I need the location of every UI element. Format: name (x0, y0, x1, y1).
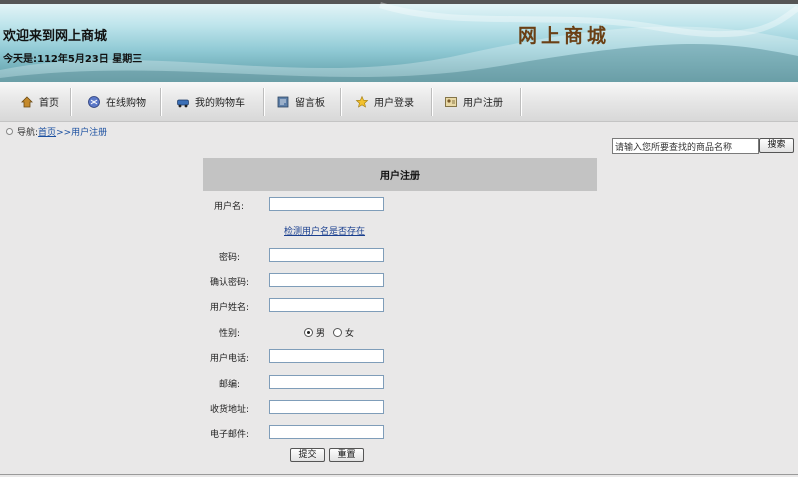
page-bottom-border (0, 474, 798, 475)
nav-item-home-label: 首页 (39, 98, 59, 109)
nav-item-login[interactable]: 用户登录 (355, 82, 414, 121)
email-label: 电子邮件: (210, 430, 250, 440)
nav-item-home[interactable]: 首页 (20, 82, 59, 121)
email-field[interactable] (269, 425, 384, 439)
real-name-field[interactable] (269, 298, 384, 312)
bullet-icon (6, 128, 13, 135)
breadcrumb-home-link[interactable]: 首页 (38, 125, 56, 138)
main-navbar: 首页 在线购物 我的购物车 留言板 用户登录 用户注册 (0, 82, 798, 122)
nav-separator (431, 88, 432, 116)
nav-item-login-label: 用户登录 (374, 98, 414, 109)
confirm-password-label: 确认密码: (210, 278, 250, 288)
address-label: 收货地址: (210, 405, 250, 415)
username-field[interactable] (269, 197, 384, 211)
gender-female-label: 女 (345, 329, 355, 339)
nav-separator (160, 88, 161, 116)
nav-item-online-shopping-label: 在线购物 (106, 98, 146, 109)
nav-separator (70, 88, 71, 116)
confirm-password-field[interactable] (269, 273, 384, 287)
phone-field[interactable] (269, 349, 384, 363)
gender-label: 性别: (219, 329, 241, 339)
zip-label: 邮编: (219, 380, 241, 390)
star-icon (355, 95, 369, 108)
gender-male-radio[interactable] (304, 328, 313, 337)
nav-item-register[interactable]: 用户注册 (444, 82, 503, 121)
search-input[interactable] (612, 138, 759, 154)
address-field[interactable] (269, 400, 384, 414)
banner-wave-decoration (0, 2, 798, 82)
breadcrumb-prefix: 导航: (17, 128, 39, 138)
nav-item-message-board-label: 留言板 (295, 98, 325, 109)
nav-separator (263, 88, 264, 116)
password-field[interactable] (269, 248, 384, 262)
home-icon (21, 95, 33, 107)
real-name-label: 用户姓名: (210, 303, 250, 313)
breadcrumb: 导航: 首页 >>用户注册 (6, 125, 107, 138)
reset-button[interactable]: 重置 (329, 448, 364, 462)
username-label: 用户名: (214, 202, 245, 212)
nav-item-cart-label: 我的购物车 (195, 98, 245, 109)
online-shopping-icon (88, 95, 100, 108)
site-brand: 网上商城 (518, 25, 611, 47)
password-label: 密码: (219, 253, 241, 263)
submit-button[interactable]: 提交 (290, 448, 325, 462)
register-form-title: 用户注册 (203, 158, 597, 191)
header-banner: 欢迎来到网上商城 今天是:112年5月23日 星期三 网上商城 (0, 0, 798, 82)
register-icon (445, 96, 457, 107)
breadcrumb-current: >>用户注册 (56, 128, 108, 138)
zip-field[interactable] (269, 375, 384, 389)
gender-female-radio[interactable] (333, 328, 342, 337)
nav-item-cart[interactable]: 我的购物车 (176, 82, 245, 121)
nav-separator (520, 88, 521, 116)
cart-icon (177, 99, 189, 107)
gender-male-label: 男 (316, 329, 326, 339)
welcome-text: 欢迎来到网上商城 (3, 29, 108, 44)
message-board-icon (277, 96, 289, 107)
phone-label: 用户电话: (210, 354, 250, 364)
check-username-link[interactable]: 检测用户名是否存在 (284, 224, 365, 237)
nav-item-online-shopping[interactable]: 在线购物 (87, 82, 146, 121)
nav-item-register-label: 用户注册 (463, 98, 503, 109)
search-button[interactable]: 搜索 (759, 138, 794, 153)
nav-separator (340, 88, 341, 116)
date-text: 今天是:112年5月23日 星期三 (3, 54, 143, 65)
nav-item-message-board[interactable]: 留言板 (276, 82, 325, 121)
